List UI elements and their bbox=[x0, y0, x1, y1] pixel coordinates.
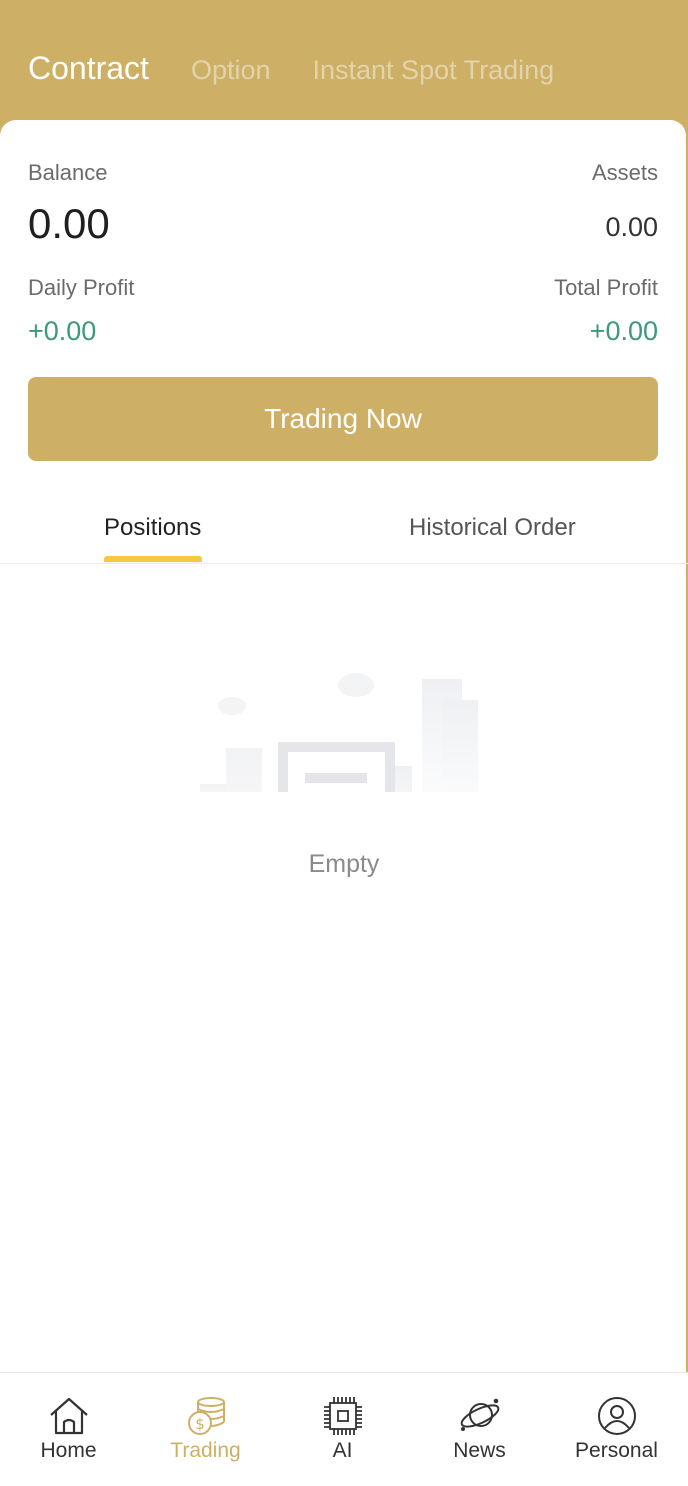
trading-now-button[interactable]: Trading Now bbox=[28, 377, 658, 461]
nav-news[interactable]: News bbox=[411, 1373, 548, 1486]
tab-historical-order[interactable]: Historical Order bbox=[409, 514, 576, 542]
user-icon bbox=[598, 1397, 636, 1435]
tab-positions[interactable]: Positions bbox=[104, 514, 201, 542]
nav-home[interactable]: Home bbox=[0, 1373, 137, 1486]
assets-value: 0.00 bbox=[605, 212, 658, 242]
nav-ai-label: AI bbox=[332, 1439, 353, 1462]
home-icon bbox=[50, 1397, 88, 1435]
nav-news-label: News bbox=[453, 1439, 506, 1462]
daily-profit-label: Daily Profit bbox=[28, 275, 135, 300]
planet-icon bbox=[460, 1398, 500, 1431]
coins-icon: $ bbox=[188, 1397, 225, 1435]
daily-profit-value: +0.00 bbox=[28, 316, 97, 346]
tab-instant-spot-trading[interactable]: Instant Spot Trading bbox=[313, 55, 555, 86]
chip-icon bbox=[324, 1397, 362, 1435]
nav-home-label: Home bbox=[40, 1439, 97, 1462]
bottom-navigation: Home $ Trading AI News Personal bbox=[0, 1372, 688, 1486]
main-card: Balance Assets 0.00 0.00 Daily Profit To… bbox=[0, 120, 688, 1486]
balance-label: Balance bbox=[28, 160, 108, 185]
empty-document-icon bbox=[200, 673, 478, 792]
tab-contract[interactable]: Contract bbox=[28, 50, 149, 87]
svg-text:$: $ bbox=[195, 1415, 205, 1433]
balance-value: 0.00 bbox=[28, 200, 110, 247]
nav-ai[interactable]: AI bbox=[274, 1373, 411, 1486]
header-bar: Contract Option Instant Spot Trading bbox=[0, 0, 688, 140]
empty-state-text: Empty bbox=[308, 850, 380, 878]
nav-personal-label: Personal bbox=[575, 1439, 658, 1462]
assets-label: Assets bbox=[591, 160, 658, 185]
nav-trading[interactable]: $ Trading bbox=[137, 1373, 274, 1486]
tab-option[interactable]: Option bbox=[191, 55, 271, 86]
nav-personal[interactable]: Personal bbox=[548, 1373, 685, 1486]
total-profit-label: Total Profit bbox=[554, 275, 658, 300]
active-tab-indicator bbox=[104, 556, 202, 562]
total-profit-value: +0.00 bbox=[589, 316, 658, 346]
nav-trading-label: Trading bbox=[170, 1439, 241, 1462]
top-tabs: Contract Option Instant Spot Trading bbox=[28, 50, 596, 94]
